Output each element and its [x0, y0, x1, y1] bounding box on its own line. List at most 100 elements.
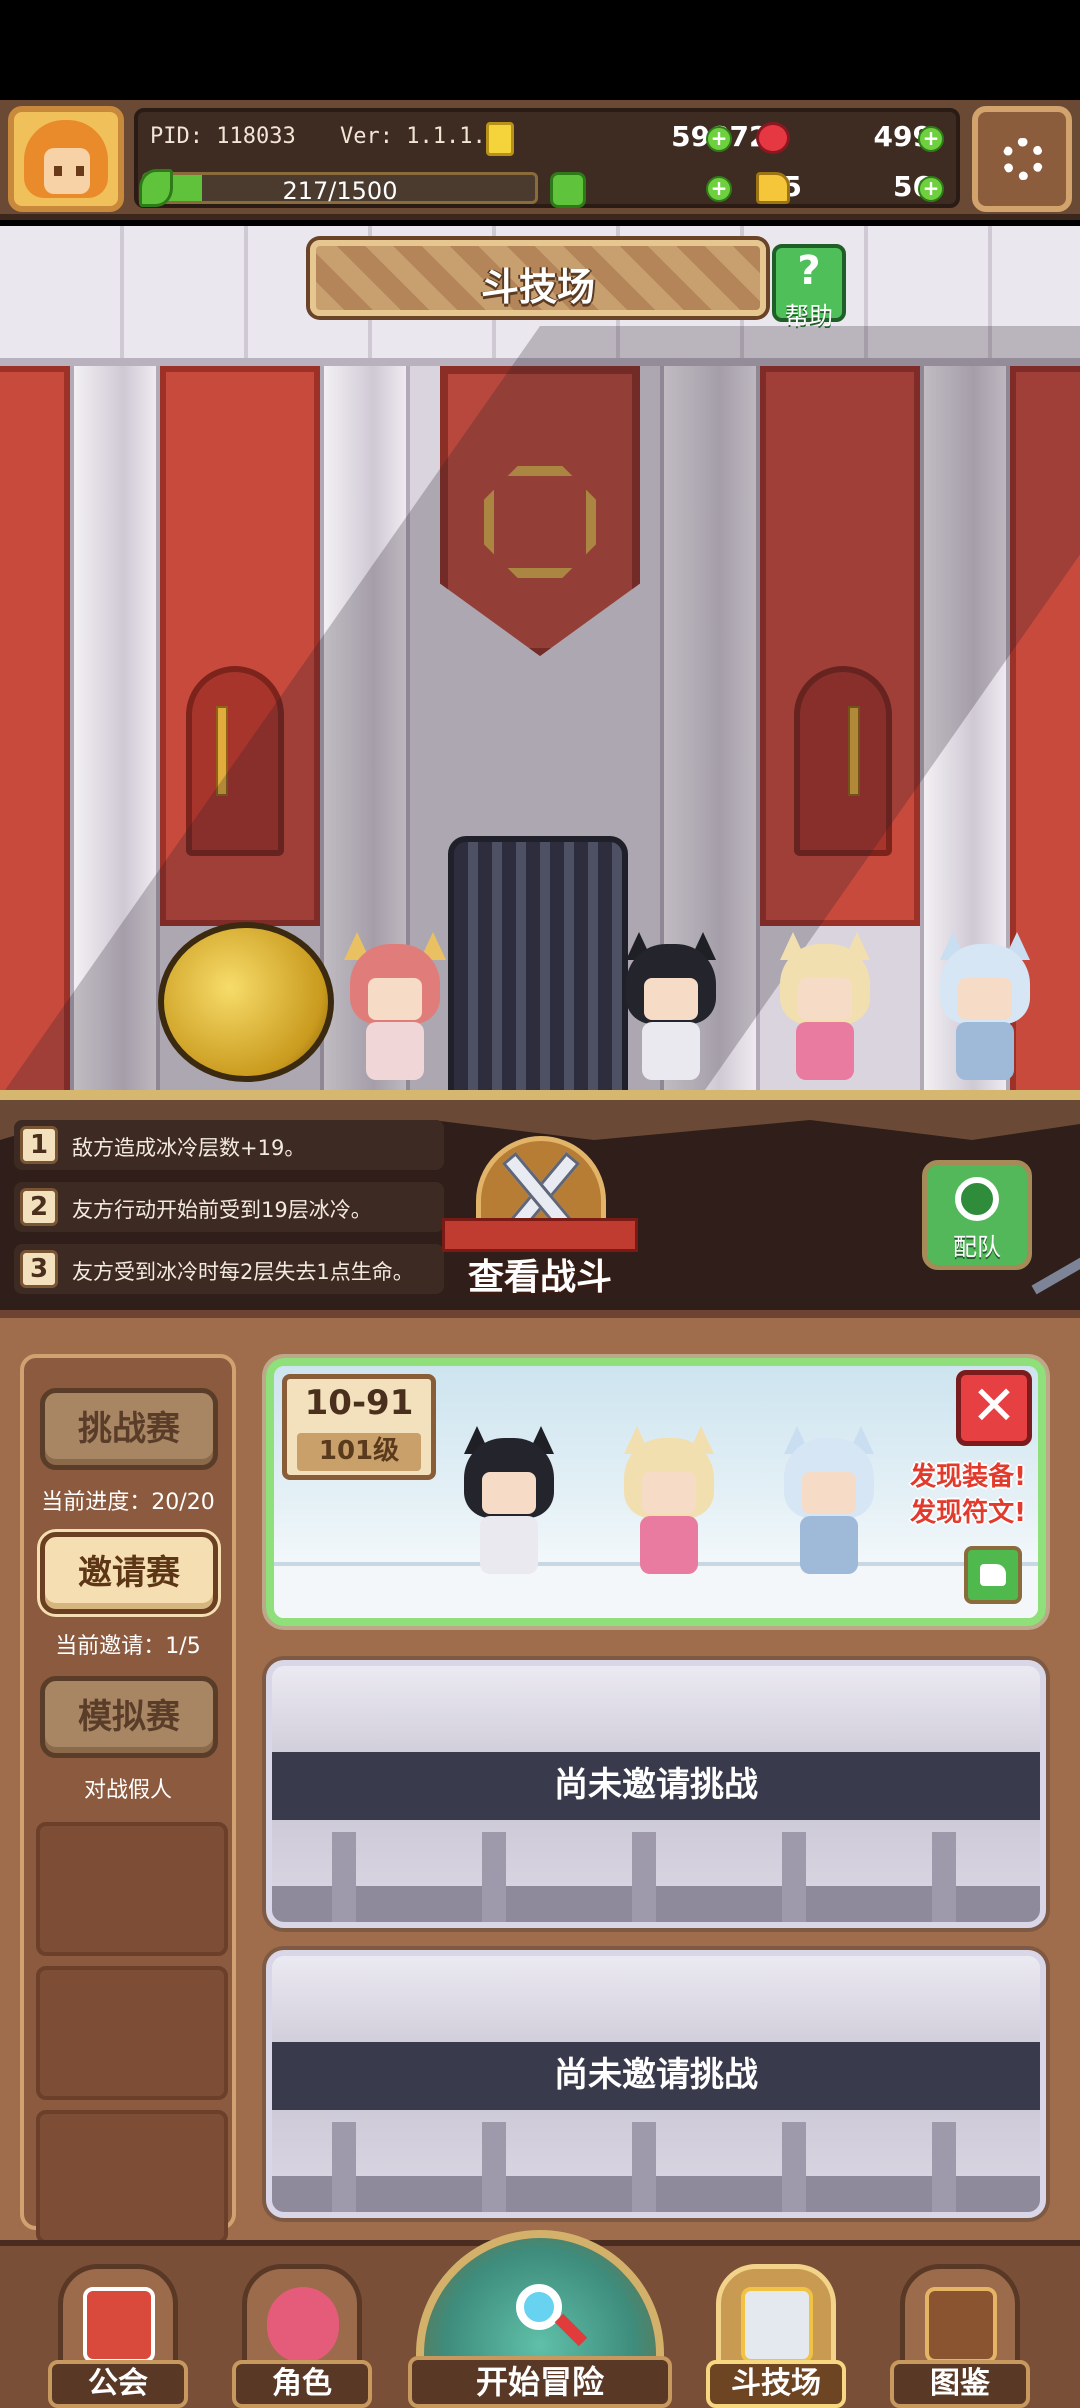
opponent-score: 10-91 — [304, 1383, 414, 1423]
arena-rules-panel: 1 敌方造成冰冷层数+19。 2 友方行动开始前受到19层冰冷。 3 友方受到冰… — [0, 1100, 1080, 1310]
nav-arena-label: 斗技场 — [706, 2360, 846, 2408]
team-setup-label: 配队 — [953, 1233, 1001, 1261]
character-face — [958, 978, 1012, 1020]
add-ruby-button[interactable]: + — [918, 126, 944, 152]
question-icon: ? — [797, 248, 821, 294]
player-avatar[interactable] — [8, 106, 124, 212]
simulation-mode-button[interactable]: 模拟赛 — [40, 1676, 218, 1758]
guild-house-icon — [83, 2287, 155, 2363]
gold-coin-icon — [486, 122, 514, 156]
settings-button[interactable] — [972, 106, 1072, 212]
character-blonde-cat — [614, 1426, 724, 1588]
scene-floor-edge — [0, 1090, 1080, 1100]
team-icon — [955, 1177, 999, 1221]
nav-codex-label: 图鉴 — [890, 2360, 1030, 2408]
thumbs-up-icon — [980, 1564, 1006, 1586]
gold-medal-icon — [158, 922, 334, 1082]
invite-mode-button[interactable]: 邀请赛 — [40, 1532, 218, 1614]
empty-mode-slot — [36, 2110, 228, 2244]
view-battle-label: 查看战斗 — [467, 1257, 612, 1298]
book-icon — [925, 2287, 997, 2363]
nav-character-label: 角色 — [232, 2360, 372, 2408]
character-body — [366, 1022, 424, 1080]
like-button[interactable] — [964, 1546, 1022, 1604]
nav-guild-label: 公会 — [48, 2360, 188, 2408]
challenge-mode-button[interactable]: 挑战赛 — [40, 1388, 218, 1470]
match-panel: 挑战赛 当前进度：20/20 邀请赛 当前邀请：1/5 模拟赛 对战假人 10-… — [0, 1310, 1080, 2244]
player-id: PID: 118033 — [150, 124, 296, 149]
character-body — [796, 1022, 854, 1080]
empty-invite-text: 尚未邀请挑战 — [272, 1752, 1040, 1820]
opponent-level: 101级 — [297, 1433, 421, 1471]
experience-bar: 217/1500 — [139, 169, 538, 207]
add-key-button[interactable]: + — [918, 176, 944, 202]
empty-mode-slot — [36, 1966, 228, 2100]
character-black-cat — [454, 1426, 564, 1588]
help-button[interactable]: ? 帮助 — [772, 244, 846, 330]
rule-row: 2 友方行动开始前受到19层冰冷。 — [14, 1182, 444, 1232]
character-blonde-cat — [770, 932, 880, 1094]
invite-card-empty[interactable]: 尚未邀请挑战 — [266, 1950, 1046, 2218]
character-icon — [267, 2287, 339, 2363]
rule-row: 1 敌方造成冰冷层数+19。 — [14, 1120, 444, 1170]
page-title-plaque: 斗技场 — [310, 240, 766, 316]
nav-guild[interactable]: 公会 — [48, 2264, 188, 2408]
nav-frame — [900, 2264, 1020, 2374]
rule-row: 3 友方受到冰冷时每2层失去1点生命。 — [14, 1244, 444, 1294]
character-face — [802, 1472, 856, 1514]
found-rune-text: 发现符文! — [910, 1498, 1026, 1528]
character-body — [800, 1516, 858, 1574]
avatar-eye-right — [76, 166, 84, 176]
rule-text: 友方受到冰冷时每2层失去1点生命。 — [72, 1260, 414, 1284]
close-icon[interactable]: ✕ — [956, 1370, 1032, 1446]
nav-character[interactable]: 角色 — [232, 2264, 372, 2408]
battle-ribbon — [442, 1218, 638, 1252]
character-face — [482, 1472, 536, 1514]
opponent-level-box: 10-91 101级 — [282, 1374, 436, 1480]
ruins-background — [272, 1832, 1040, 1922]
nav-adventure[interactable]: 开始冒险 — [408, 2230, 672, 2408]
resource-bar: PID: 118033 Ver: 1.1.1.0 598723 + 499 + … — [0, 100, 1080, 220]
experience-text: 217/1500 — [282, 177, 398, 205]
game-version: Ver: 1.1.1.0 — [340, 124, 499, 149]
bottom-navigation: 公会 角色 开始冒险 斗技场 图鉴 — [0, 2230, 1080, 2408]
system-status-bar — [0, 0, 1080, 100]
nav-adventure-label: 开始冒险 — [408, 2356, 672, 2408]
nav-arena[interactable]: 斗技场 — [706, 2264, 846, 2408]
nav-frame — [242, 2264, 362, 2374]
ruby-amount: 499 — [873, 120, 932, 153]
player-info-panel: PID: 118033 Ver: 1.1.1.0 598723 + 499 + … — [134, 108, 960, 208]
character-body — [642, 1022, 700, 1080]
rule-number-badge: 2 — [20, 1188, 58, 1226]
crossed-swords-icon — [741, 2287, 813, 2363]
character-face — [368, 978, 422, 1020]
character-body — [480, 1516, 538, 1574]
arena-scene: 斗技场 ? 帮助 — [0, 226, 1080, 1100]
view-battle-button[interactable]: 查看战斗 — [442, 1136, 638, 1298]
mode-sidebar: 挑战赛 当前进度：20/20 邀请赛 当前邀请：1/5 模拟赛 对战假人 — [20, 1354, 236, 2244]
team-setup-button[interactable]: 配队 — [922, 1160, 1032, 1270]
invite-card-active[interactable]: 10-91 101级 ✕ 发现装备! 发现符文! — [266, 1358, 1046, 1626]
character-body — [956, 1022, 1014, 1080]
invite-card-empty[interactable]: 尚未邀请挑战 — [266, 1660, 1046, 1928]
nav-codex[interactable]: 图鉴 — [890, 2264, 1030, 2408]
rule-text: 敌方造成冰冷层数+19。 — [72, 1136, 306, 1160]
simulation-description: 对战假人 — [83, 1778, 172, 1803]
character-white-cat — [930, 932, 1040, 1094]
empty-mode-slot — [36, 1822, 228, 1956]
nav-frame — [58, 2264, 178, 2374]
empty-invite-text: 尚未邀请挑战 — [272, 2042, 1040, 2110]
wall-left-edge — [0, 366, 70, 1100]
nav-frame — [716, 2264, 836, 2374]
gear-icon — [1002, 138, 1044, 180]
character-face — [644, 978, 698, 1020]
character-body — [640, 1516, 698, 1574]
character-face — [798, 978, 852, 1020]
character-white-cat — [774, 1426, 884, 1588]
help-label: 帮助 — [785, 302, 833, 330]
rule-text: 友方行动开始前受到19层冰冷。 — [72, 1198, 372, 1222]
found-equipment-text: 发现装备! — [910, 1462, 1026, 1492]
character-face — [642, 1472, 696, 1514]
page-title: 斗技场 — [480, 265, 595, 309]
rule-number-badge: 3 — [20, 1250, 58, 1288]
